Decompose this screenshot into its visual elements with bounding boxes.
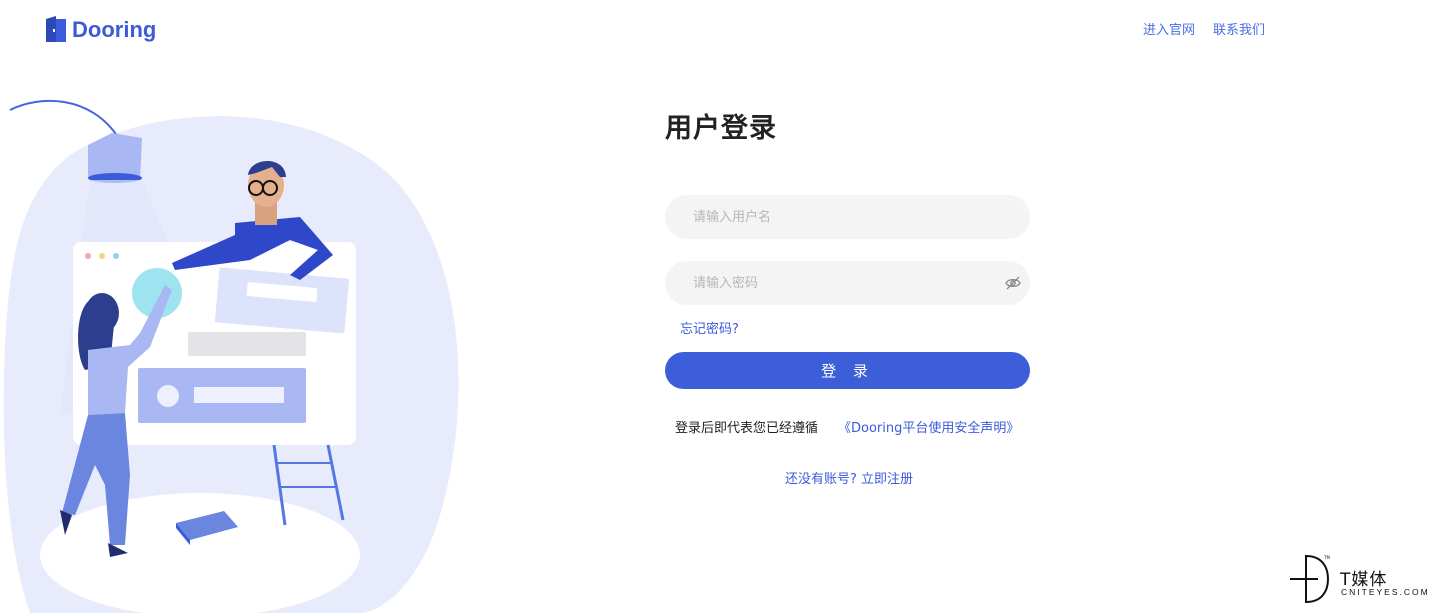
login-button[interactable]: 登 录 — [665, 352, 1030, 389]
username-input[interactable] — [665, 195, 1030, 239]
door-icon — [46, 16, 66, 42]
watermark: TM T媒体 CNITEYES.COM — [1288, 553, 1433, 605]
brand-name: Dooring — [72, 17, 157, 42]
login-title: 用户登录 — [665, 113, 777, 144]
watermark-english: CNITEYES.COM — [1341, 587, 1430, 597]
login-illustration — [3, 100, 459, 613]
agreement-link[interactable]: 《Dooring平台使用安全声明》 — [838, 417, 1019, 436]
contact-us-link[interactable]: 联系我们 — [1213, 19, 1265, 38]
brand-logo[interactable]: Dooring — [44, 16, 156, 44]
forgot-password-link[interactable]: 忘记密码? — [680, 318, 739, 337]
eye-off-icon[interactable] — [1004, 275, 1022, 291]
agreement-text: 登录后即代表您已经遵循 — [675, 421, 819, 436]
agreement-line: 登录后即代表您已经遵循 《Dooring平台使用安全声明》 — [675, 417, 1019, 436]
top-nav: 进入官网 联系我们 — [1143, 19, 1265, 38]
password-input[interactable] — [665, 261, 1030, 305]
official-site-link[interactable]: 进入官网 — [1143, 19, 1195, 38]
watermark-logo-icon: TM — [1290, 554, 1330, 604]
register-link[interactable]: 还没有账号? 立即注册 — [785, 468, 913, 487]
svg-text:TM: TM — [1323, 555, 1330, 560]
